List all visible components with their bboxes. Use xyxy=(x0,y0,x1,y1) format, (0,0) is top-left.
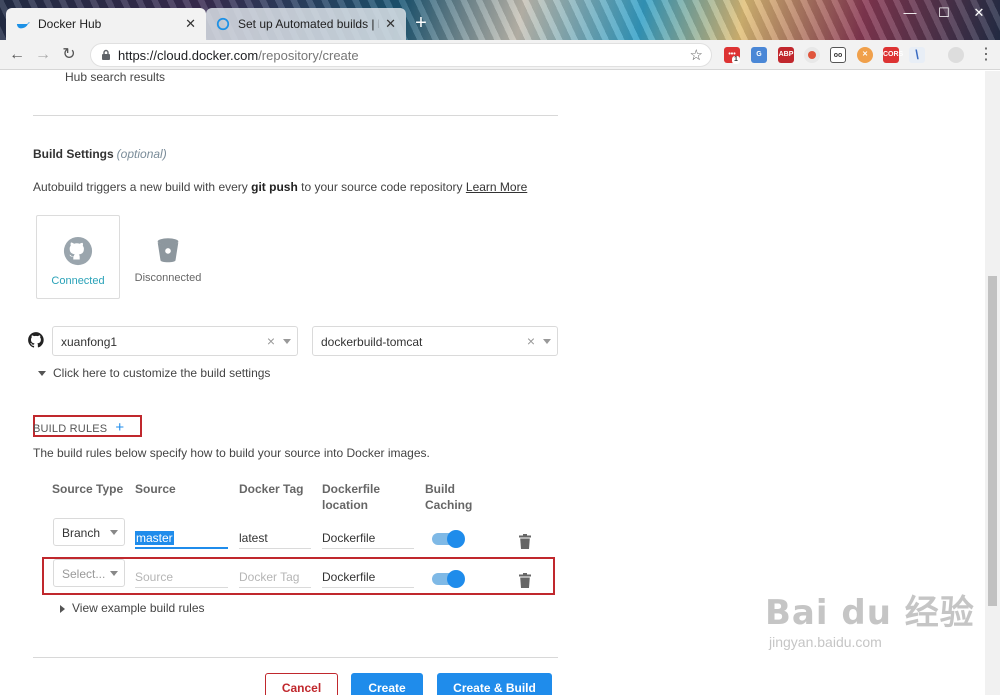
extension-cors-icon[interactable]: CORS xyxy=(883,47,903,63)
docker-tag-input[interactable]: Docker Tag xyxy=(239,564,311,588)
page-scrollbar[interactable] xyxy=(985,71,1000,695)
cancel-button[interactable]: Cancel xyxy=(265,673,338,695)
source-type-select[interactable]: Select... xyxy=(53,559,125,587)
back-icon[interactable]: ← xyxy=(6,44,28,66)
learn-more-link[interactable]: Learn More xyxy=(466,180,527,194)
maximize-icon[interactable]: ☐ xyxy=(927,0,961,26)
url-text: https://cloud.docker.com/repository/crea… xyxy=(118,48,359,63)
browser-toolbar: ← → ↻ https://cloud.docker.com/repositor… xyxy=(0,40,1000,70)
tab-docker-hub[interactable]: Docker Hub ✕ xyxy=(6,8,206,40)
bitbucket-icon xyxy=(157,238,179,263)
repository-select[interactable]: dockerbuild-tomcat × xyxy=(312,326,558,356)
column-source-type: Source Type xyxy=(52,482,124,496)
tab-title: Docker Hub xyxy=(38,17,102,31)
github-icon xyxy=(28,332,44,348)
translate-icon[interactable]: G xyxy=(751,47,767,63)
build-settings-title: Build Settings (optional) xyxy=(33,147,167,161)
chevron-down-icon xyxy=(543,339,551,344)
extension-orange-icon[interactable]: ✕ xyxy=(857,47,873,63)
browser-titlebar: Docker Hub ✕ Set up Automated builds | D… xyxy=(0,0,1000,40)
tab-title: Set up Automated builds | Do xyxy=(238,17,380,31)
build-rules-label: BUILD RULES + xyxy=(33,419,125,436)
profile-avatar[interactable] xyxy=(948,47,964,63)
build-settings-description: Autobuild triggers a new build with ever… xyxy=(33,180,528,194)
close-icon[interactable]: ✕ xyxy=(185,16,196,32)
source-input[interactable]: master xyxy=(135,525,228,549)
clear-icon[interactable]: × xyxy=(527,333,535,349)
scrollbar-thumb[interactable] xyxy=(988,276,997,606)
chevron-down-icon xyxy=(110,571,118,576)
lock-icon xyxy=(102,49,110,60)
build-caching-toggle[interactable] xyxy=(432,570,465,588)
minimize-icon[interactable]: — xyxy=(893,0,927,26)
organization-value: xuanfong1 xyxy=(61,335,118,349)
column-build-caching: Build Caching xyxy=(425,482,473,512)
tab-automated-builds[interactable]: Set up Automated builds | Do ✕ xyxy=(206,8,406,40)
chevron-down-icon xyxy=(283,339,291,344)
extension-circle-icon[interactable] xyxy=(804,47,820,63)
view-example-rules-link[interactable]: View example build rules xyxy=(60,601,205,615)
docker-whale-icon xyxy=(16,22,30,29)
clear-icon[interactable]: × xyxy=(267,333,275,349)
build-caching-toggle[interactable] xyxy=(432,530,465,548)
dockerfile-location-input[interactable]: Dockerfile xyxy=(322,525,414,549)
provider-bitbucket[interactable]: Disconnected xyxy=(126,215,210,299)
provider-github-card[interactable]: Connected xyxy=(36,215,120,299)
build-rules-description: The build rules below specify how to bui… xyxy=(33,446,430,460)
close-icon[interactable]: ✕ xyxy=(385,16,396,32)
provider-status: Connected xyxy=(51,275,105,287)
previous-section-text: Hub search results xyxy=(65,71,166,84)
extension-mask-icon[interactable]: oo xyxy=(830,47,846,63)
github-icon xyxy=(63,236,93,266)
docker-tag-input[interactable]: latest xyxy=(239,525,311,549)
add-rule-button[interactable]: + xyxy=(115,419,124,436)
bookmark-star-icon[interactable]: ☆ xyxy=(690,46,703,64)
chevron-down-icon xyxy=(110,530,118,535)
provider-status: Disconnected xyxy=(134,272,202,284)
trash-icon[interactable] xyxy=(519,573,531,588)
organization-select[interactable]: xuanfong1 × xyxy=(52,326,298,356)
forward-icon[interactable]: → xyxy=(32,44,54,66)
address-bar[interactable]: https://cloud.docker.com/repository/crea… xyxy=(90,43,712,67)
caret-down-icon xyxy=(38,371,46,377)
column-dockerfile-location: Dockerfile location xyxy=(322,482,381,512)
trash-icon[interactable] xyxy=(519,534,531,549)
create-button[interactable]: Create xyxy=(351,673,423,695)
source-type-select[interactable]: Branch xyxy=(53,518,125,546)
repository-value: dockerbuild-tomcat xyxy=(321,335,423,349)
new-tab-icon[interactable]: + xyxy=(410,12,432,34)
caret-right-icon xyxy=(60,604,65,613)
extension-badge: 1 xyxy=(732,56,740,64)
column-source: Source xyxy=(135,482,176,496)
create-and-build-button[interactable]: Create & Build xyxy=(437,673,552,695)
divider xyxy=(33,657,558,658)
source-input[interactable]: Source xyxy=(135,564,228,588)
baidu-jingyan-watermark: Bai du 经验 jingyan.baidu.com xyxy=(765,593,975,650)
adblock-icon[interactable]: ABP xyxy=(778,47,794,63)
divider xyxy=(33,115,558,116)
extension-slash-icon[interactable]: \ xyxy=(909,47,925,63)
window-close-icon[interactable]: ✕ xyxy=(962,0,996,26)
docs-icon xyxy=(216,17,230,31)
customize-build-settings-link[interactable]: Click here to customize the build settin… xyxy=(38,366,270,380)
browser-menu-icon[interactable]: ⋮ xyxy=(978,46,994,64)
dockerfile-location-input[interactable]: Dockerfile xyxy=(322,564,414,588)
column-docker-tag: Docker Tag xyxy=(239,482,304,496)
reload-icon[interactable]: ↻ xyxy=(58,44,80,66)
